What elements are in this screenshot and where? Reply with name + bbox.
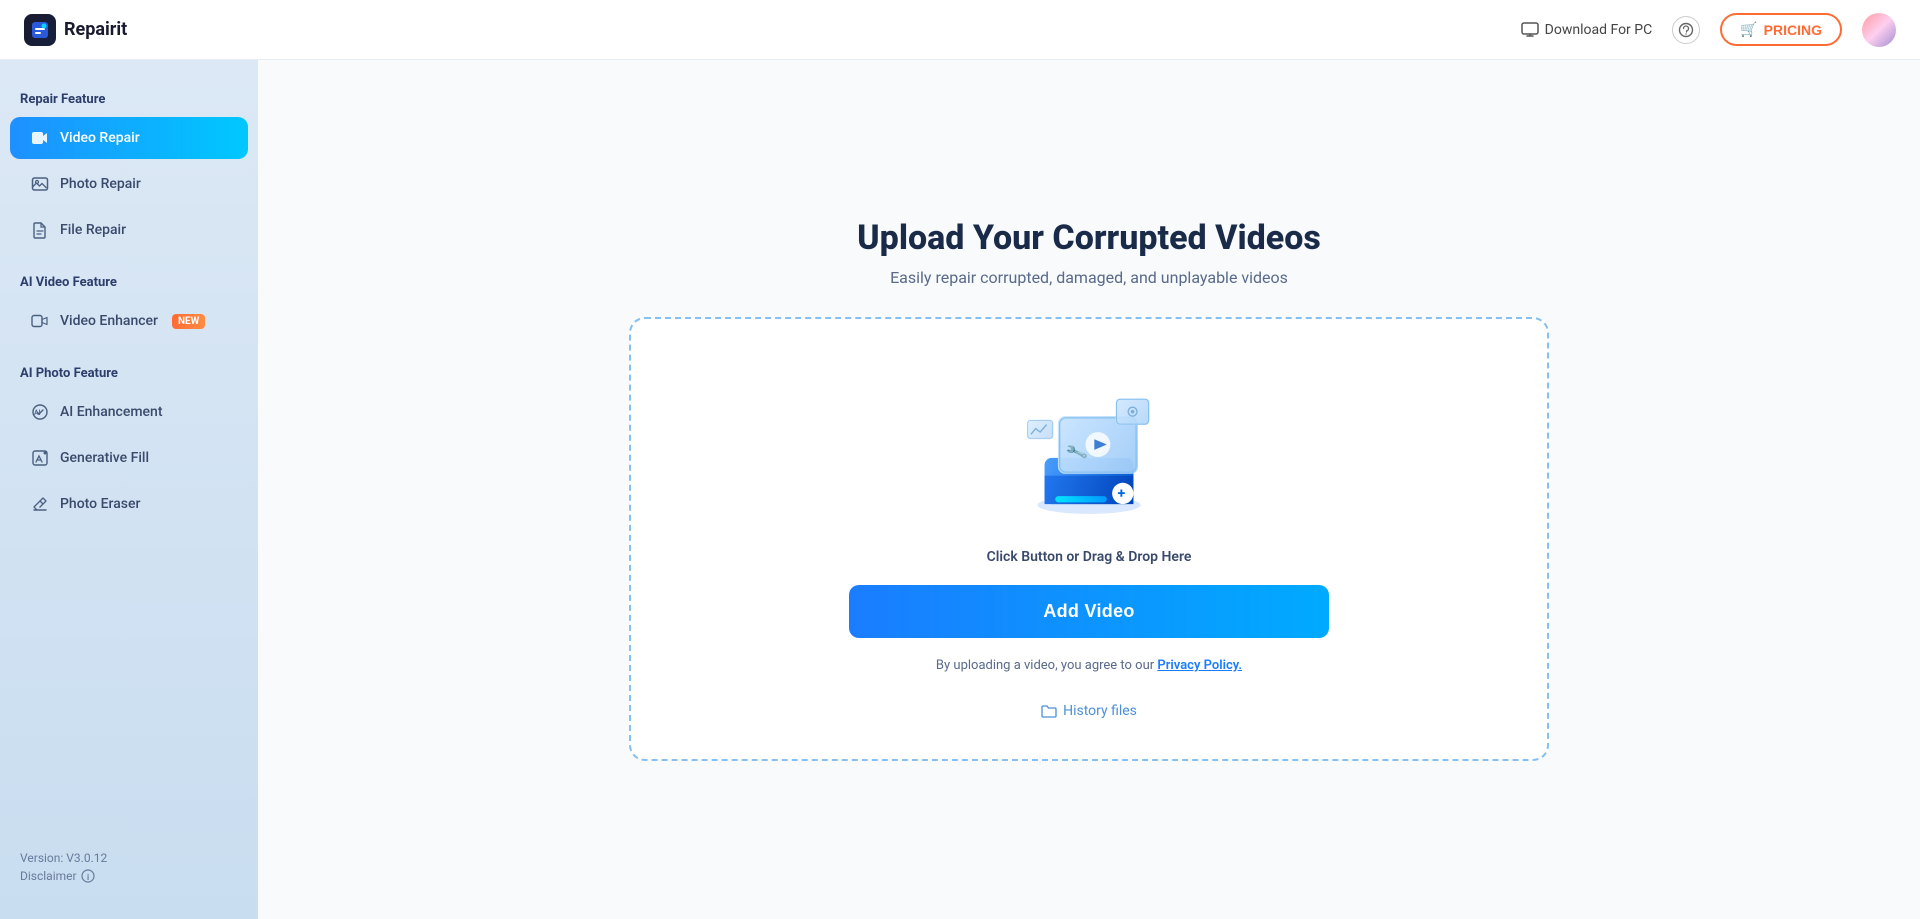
- version-text: Version: V3.0.12: [20, 851, 238, 865]
- svg-text:+: +: [1117, 486, 1125, 502]
- sidebar-item-ai-enhancement[interactable]: AI AI Enhancement: [10, 391, 248, 433]
- user-avatar[interactable]: [1862, 13, 1896, 47]
- logo-container: Repairit: [24, 14, 127, 46]
- privacy-notice: By uploading a video, you agree to our P…: [936, 658, 1242, 673]
- sidebar: Repair Feature Video Repair Photo Repair: [0, 60, 258, 919]
- content-area: Upload Your Corrupted Videos Easily repa…: [258, 60, 1920, 919]
- generative-fill-icon: [30, 448, 50, 468]
- info-icon: i: [81, 869, 95, 883]
- ai-video-feature-label: AI Video Feature: [0, 263, 258, 298]
- file-repair-icon: [30, 220, 50, 240]
- sidebar-footer: Version: V3.0.12 Disclaimer i: [0, 835, 258, 899]
- header-actions: Download For PC 🛒 PRICING: [1521, 13, 1896, 47]
- new-badge: NEW: [172, 314, 205, 329]
- history-files-link[interactable]: History files: [1041, 703, 1137, 719]
- sidebar-item-video-repair[interactable]: Video Repair: [10, 117, 248, 159]
- help-button[interactable]: [1672, 16, 1700, 44]
- add-video-button[interactable]: Add Video: [849, 585, 1329, 638]
- video-repair-icon: [30, 128, 50, 148]
- header: Repairit Download For PC 🛒 PRICING: [0, 0, 1920, 60]
- app-name: Repairit: [64, 19, 127, 40]
- sidebar-item-file-repair[interactable]: File Repair: [10, 209, 248, 251]
- repair-feature-label: Repair Feature: [0, 80, 258, 115]
- ai-photo-feature-label: AI Photo Feature: [0, 354, 258, 389]
- logo-icon: [24, 14, 56, 46]
- page-title: Upload Your Corrupted Videos: [857, 218, 1321, 258]
- photo-eraser-icon: [30, 494, 50, 514]
- download-pc-button[interactable]: Download For PC: [1521, 21, 1653, 39]
- upload-illustration: + 🔧: [1009, 369, 1169, 529]
- main-layout: Repair Feature Video Repair Photo Repair: [0, 60, 1920, 919]
- svg-text:AI: AI: [34, 409, 41, 417]
- sidebar-item-photo-eraser[interactable]: Photo Eraser: [10, 483, 248, 525]
- svg-text:i: i: [87, 873, 89, 882]
- ai-enhancement-icon: AI: [30, 402, 50, 422]
- disclaimer-link[interactable]: Disclaimer i: [20, 869, 238, 883]
- upload-container: Upload Your Corrupted Videos Easily repa…: [629, 218, 1549, 761]
- pricing-button[interactable]: 🛒 PRICING: [1720, 13, 1842, 46]
- drag-drop-text: Click Button or Drag & Drop Here: [987, 549, 1192, 565]
- monitor-icon: [1521, 21, 1539, 39]
- page-subtitle: Easily repair corrupted, damaged, and un…: [890, 268, 1288, 287]
- privacy-policy-link[interactable]: Privacy Policy.: [1157, 658, 1242, 673]
- folder-icon: [1041, 703, 1057, 719]
- sidebar-item-video-enhancer[interactable]: Video Enhancer NEW: [10, 300, 248, 342]
- pricing-cart-icon: 🛒: [1740, 21, 1757, 38]
- photo-repair-icon: [30, 174, 50, 194]
- upload-dropzone[interactable]: + 🔧: [629, 317, 1549, 761]
- upload-svg-illustration: + 🔧: [1009, 364, 1169, 534]
- video-enhancer-icon: [30, 311, 50, 331]
- sidebar-item-photo-repair[interactable]: Photo Repair: [10, 163, 248, 205]
- headset-icon: [1678, 22, 1694, 38]
- sidebar-item-generative-fill[interactable]: Generative Fill: [10, 437, 248, 479]
